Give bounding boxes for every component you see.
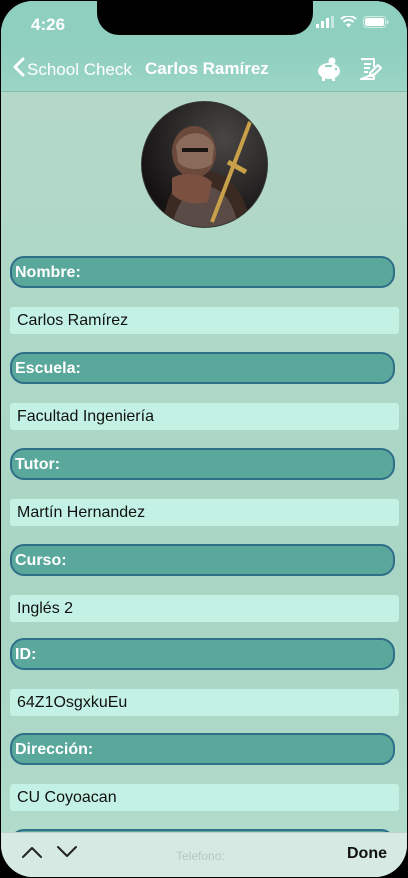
back-button[interactable]: School Check [13, 57, 132, 82]
status-icons [316, 15, 389, 33]
label-escuela: Escuela: [10, 352, 395, 384]
label-tutor: Tutor: [10, 448, 395, 480]
keyboard-accessory-toolbar: Telefono: Done [1, 832, 407, 877]
page-title: Carlos Ramírez [145, 59, 269, 78]
phone-screen: 4:26 School Check Carlos Ramírez Nombre:… [1, 1, 407, 877]
field-tutor[interactable]: Martín Hernandez [10, 499, 399, 526]
chevron-left-icon [13, 57, 27, 82]
notch [97, 1, 313, 35]
status-time: 4:26 [31, 15, 66, 34]
field-direccion[interactable]: CU Coyoacan [10, 784, 399, 811]
field-id[interactable]: 64Z1OsgxkuEu [10, 689, 399, 716]
knight-avatar-image [142, 102, 267, 227]
label-curso: Curso: [10, 544, 395, 576]
wifi-icon [340, 15, 357, 33]
chevron-up-icon[interactable] [21, 845, 43, 864]
label-direccion: Dirección: [10, 733, 395, 765]
back-label: School Check [27, 59, 132, 79]
field-nombre[interactable]: Carlos Ramírez [10, 307, 399, 334]
piggy-bank-icon[interactable] [315, 56, 343, 87]
profile-avatar[interactable] [141, 101, 268, 228]
signal-icon [316, 15, 334, 33]
status-bar: 4:26 [1, 1, 407, 47]
label-nombre: Nombre: [10, 256, 395, 288]
battery-icon [363, 15, 389, 33]
chevron-down-icon[interactable] [56, 845, 78, 864]
done-button[interactable]: Done [347, 845, 387, 863]
edit-document-icon[interactable] [357, 56, 383, 87]
field-escuela[interactable]: Facultad Ingeniería [10, 403, 399, 430]
label-id: ID: [10, 638, 395, 670]
navigation-bar: School Check Carlos Ramírez [1, 47, 407, 92]
toolbar-field-label: Telefono: [176, 849, 225, 863]
field-curso[interactable]: Inglés 2 [10, 595, 399, 622]
